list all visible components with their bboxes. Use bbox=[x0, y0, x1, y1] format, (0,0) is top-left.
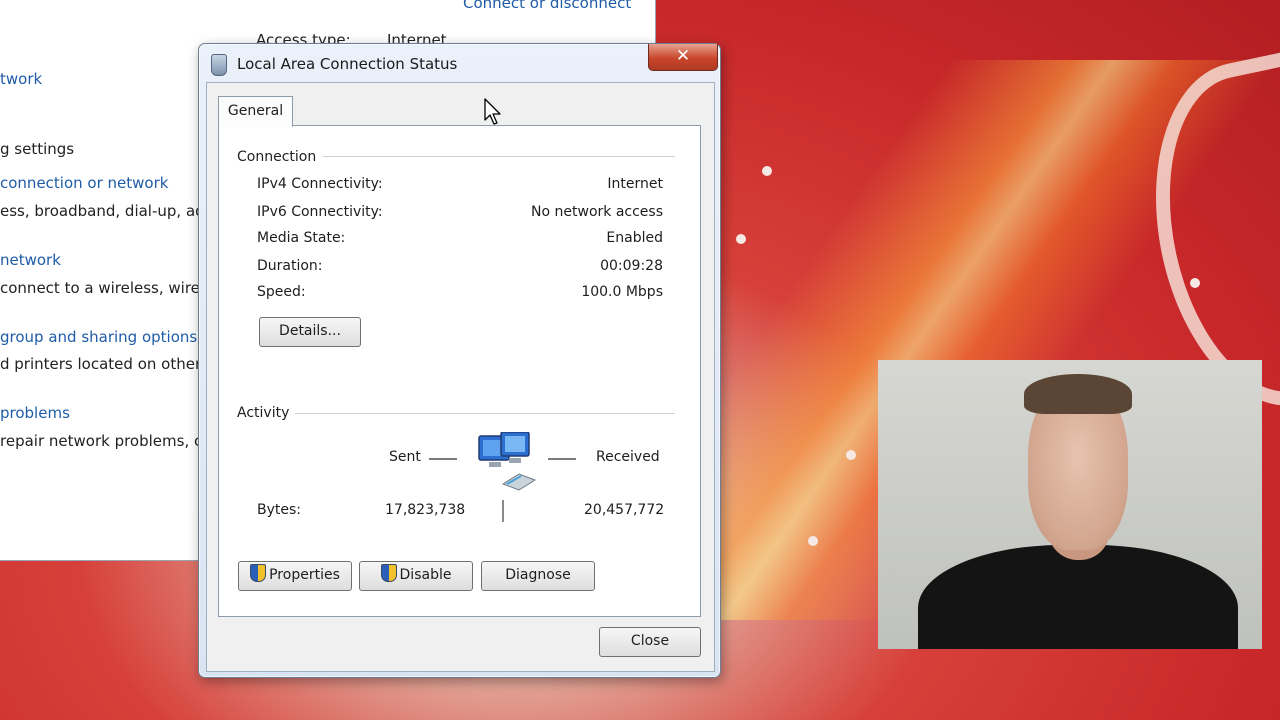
wallpaper-dot bbox=[736, 234, 746, 244]
ipv4-value: Internet bbox=[607, 176, 663, 192]
activity-divider bbox=[295, 413, 675, 414]
shield-icon bbox=[380, 564, 397, 582]
speed-value: 100.0 Mbps bbox=[581, 284, 663, 300]
properties-button[interactable]: Properties bbox=[238, 561, 352, 591]
details-button[interactable]: Details... bbox=[259, 317, 361, 347]
properties-button-label: Properties bbox=[269, 567, 340, 583]
shield-icon bbox=[250, 564, 267, 582]
duration-value: 00:09:28 bbox=[600, 258, 663, 274]
disable-button-label: Disable bbox=[399, 567, 452, 583]
homegroup-sharing-link[interactable]: group and sharing options bbox=[0, 328, 197, 346]
network-computers-icon bbox=[478, 432, 537, 491]
wallpaper-dot bbox=[1190, 278, 1200, 288]
media-state-label: Media State: bbox=[257, 230, 346, 246]
bytes-sent-value: 17,823,738 bbox=[385, 502, 466, 518]
presenter-shirt bbox=[918, 545, 1238, 649]
diagnose-button[interactable]: Diagnose bbox=[481, 561, 595, 591]
sent-line bbox=[429, 458, 457, 460]
setup-connection-desc: ess, broadband, dial-up, ad bbox=[0, 202, 205, 220]
connect-disconnect-link[interactable]: Connect or disconnect bbox=[463, 0, 631, 12]
wallpaper-dot bbox=[846, 450, 856, 460]
ipv4-label: IPv4 Connectivity: bbox=[257, 176, 383, 192]
bytes-received-value: 20,457,772 bbox=[584, 502, 665, 518]
activity-divider-bar bbox=[502, 500, 504, 522]
connect-network-desc: connect to a wireless, wired bbox=[0, 279, 210, 297]
ipv6-value: No network access bbox=[531, 204, 663, 220]
activity-heading: Activity bbox=[237, 405, 296, 421]
network-link[interactable]: twork bbox=[0, 70, 42, 88]
connection-divider bbox=[323, 156, 675, 157]
setup-connection-link[interactable]: connection or network bbox=[0, 174, 168, 192]
duration-label: Duration: bbox=[257, 258, 323, 274]
wallpaper-dot bbox=[762, 166, 772, 176]
sent-label: Sent bbox=[389, 449, 421, 465]
speed-label: Speed: bbox=[257, 284, 306, 300]
dialog-titlebar[interactable]: Local Area Connection Status ✕ bbox=[199, 44, 720, 82]
connection-heading: Connection bbox=[237, 149, 323, 165]
close-icon[interactable]: ✕ bbox=[648, 44, 718, 71]
media-state-value: Enabled bbox=[606, 230, 663, 246]
settings-heading: g settings bbox=[0, 140, 75, 158]
homegroup-sharing-desc: d printers located on other bbox=[0, 355, 202, 373]
ipv6-label: IPv6 Connectivity: bbox=[257, 204, 383, 220]
connect-network-link[interactable]: network bbox=[0, 251, 61, 269]
general-tab-panel: Connection IPv4 Connectivity: Internet I… bbox=[218, 125, 701, 617]
close-button[interactable]: Close bbox=[599, 627, 701, 657]
troubleshoot-desc: repair network problems, c bbox=[0, 432, 203, 450]
bytes-label: Bytes: bbox=[257, 502, 302, 518]
mouse-cursor-icon bbox=[484, 98, 501, 125]
network-adapter-icon bbox=[211, 54, 227, 76]
troubleshoot-link[interactable]: problems bbox=[0, 404, 70, 422]
tab-general[interactable]: General bbox=[218, 96, 293, 127]
received-label: Received bbox=[596, 449, 660, 465]
disable-button[interactable]: Disable bbox=[359, 561, 473, 591]
wallpaper-dot bbox=[808, 536, 818, 546]
received-line bbox=[548, 458, 576, 460]
webcam-overlay bbox=[878, 360, 1262, 649]
presenter-hair bbox=[1024, 374, 1132, 414]
dialog-title: Local Area Connection Status bbox=[237, 55, 458, 73]
